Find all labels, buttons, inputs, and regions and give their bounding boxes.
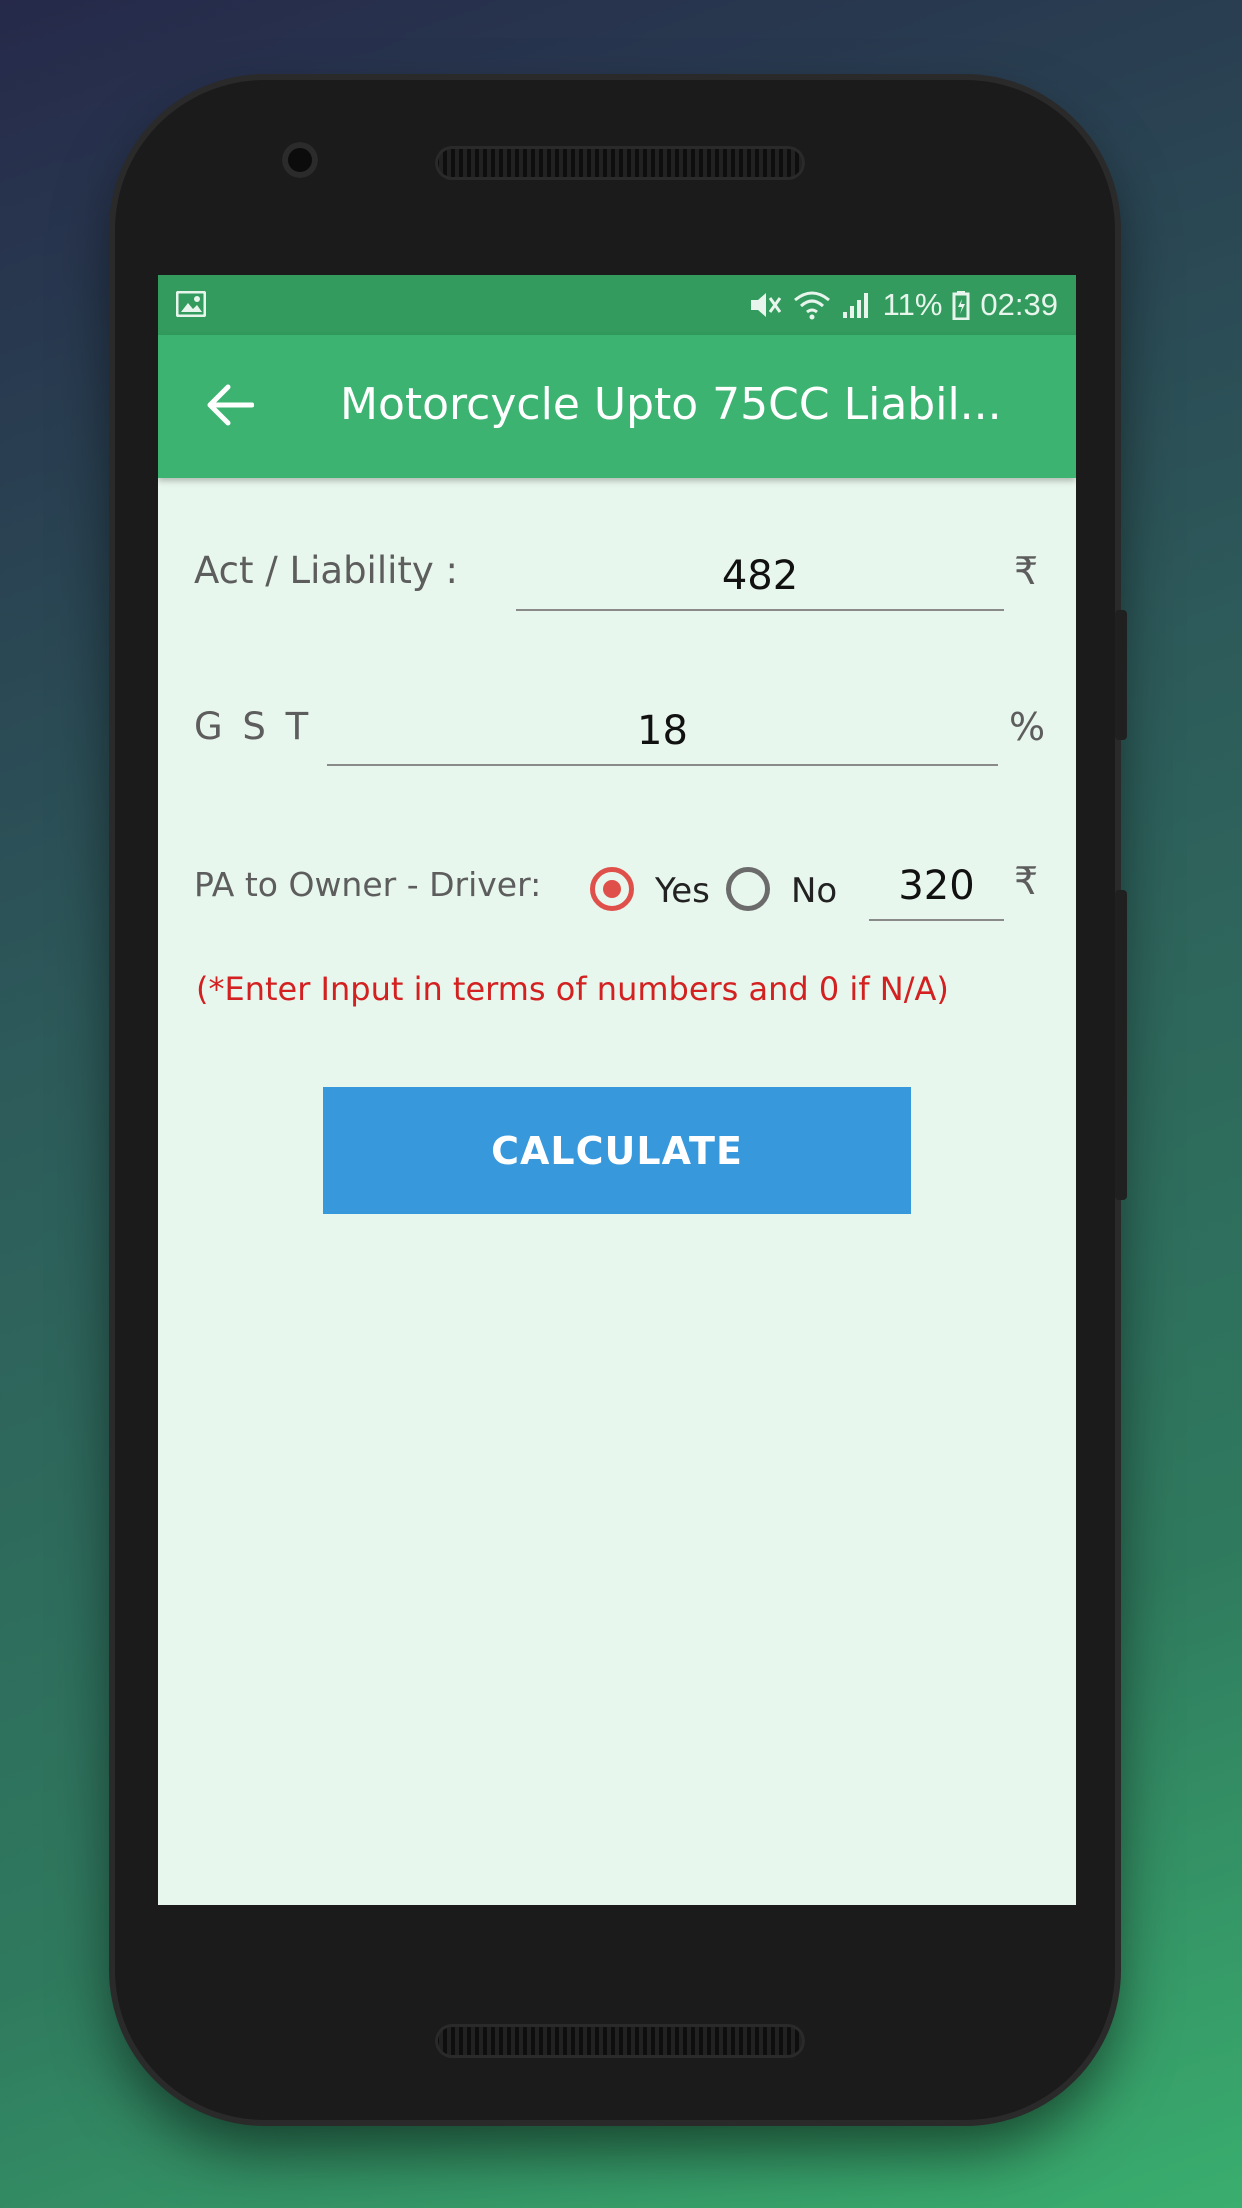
status-bar: 11% 02:39 — [158, 275, 1076, 335]
pa-amount-input[interactable] — [869, 853, 1004, 921]
pa-no-radio[interactable] — [726, 867, 770, 911]
rupee-unit-2: ₹ — [1014, 859, 1039, 903]
wifi-icon — [793, 291, 830, 320]
pa-owner-driver-label: PA to Owner - Driver: — [194, 865, 542, 904]
app-bar: Motorcycle Upto 75CC Liabil... — [158, 335, 1076, 478]
app-screen: 11% 02:39 Motorcycle Upto 75CC Liabil...… — [158, 275, 1076, 1905]
battery-icon — [952, 291, 970, 320]
rupee-unit-1: ₹ — [1014, 549, 1039, 593]
calculate-button[interactable]: CALCULATE — [323, 1087, 911, 1214]
act-liability-label: Act / Liability : — [194, 549, 459, 592]
battery-percent: 11% — [882, 287, 943, 322]
image-icon — [176, 291, 206, 317]
pa-yes-label[interactable]: Yes — [655, 871, 710, 911]
percent-unit: % — [1009, 705, 1046, 749]
page-title: Motorcycle Upto 75CC Liabil... — [340, 379, 1002, 430]
bottom-speaker — [435, 2024, 805, 2058]
input-hint: (*Enter Input in terms of numbers and 0 … — [196, 970, 949, 1008]
act-liability-input[interactable] — [516, 543, 1004, 611]
arrow-left-icon[interactable] — [206, 383, 254, 427]
clock: 02:39 — [980, 287, 1058, 322]
power-button — [1115, 890, 1127, 1200]
front-camera — [282, 142, 318, 178]
top-speaker — [435, 146, 805, 180]
pa-no-label[interactable]: No — [791, 871, 837, 911]
pa-yes-radio[interactable] — [590, 867, 634, 911]
signal-icon — [842, 293, 868, 318]
gst-label: G S T — [194, 705, 313, 748]
mute-icon — [750, 293, 781, 317]
gst-input[interactable] — [327, 698, 998, 766]
volume-button — [1115, 610, 1127, 740]
